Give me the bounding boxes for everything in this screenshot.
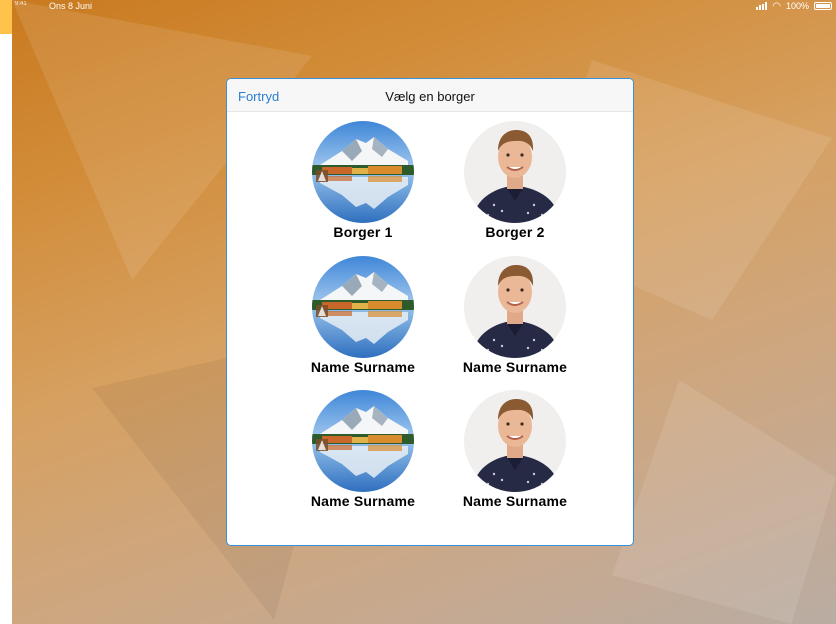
citizen-avatar: [464, 390, 566, 492]
citizen-name: Borger 1: [333, 224, 393, 240]
battery-icon: [814, 2, 832, 10]
citizen-avatar: [312, 390, 414, 492]
dialog-title: Vælg en borger: [385, 89, 475, 104]
corner-marker: [0, 0, 12, 34]
signal-icon: [756, 2, 768, 10]
select-citizen-dialog: Fortryd Vælg en borger Borger 1 Borger 2…: [226, 78, 634, 546]
battery-percent: 100%: [785, 1, 809, 11]
citizen-option[interactable]: Name Surname: [293, 390, 433, 509]
citizen-avatar: [312, 256, 414, 358]
status-indicators: ◠ 100%: [756, 1, 832, 11]
citizen-avatar: [312, 121, 414, 223]
status-time: 9:41: [15, 1, 27, 7]
citizen-option[interactable]: Borger 2: [445, 121, 585, 240]
citizen-avatar: [464, 256, 566, 358]
citizen-name: Borger 2: [485, 224, 545, 240]
status-date: Ons 8 Juni: [49, 1, 93, 11]
citizen-name: Name Surname: [310, 359, 416, 375]
citizen-name: Name Surname: [462, 493, 568, 509]
citizen-name: Name Surname: [462, 359, 568, 375]
citizen-option[interactable]: Name Surname: [293, 256, 433, 375]
wifi-icon: ◠: [772, 0, 781, 12]
citizen-avatar: [464, 121, 566, 223]
citizen-name: Name Surname: [310, 493, 416, 509]
citizen-option[interactable]: Name Surname: [445, 256, 585, 375]
citizen-option[interactable]: Name Surname: [445, 390, 585, 509]
dialog-header: Fortryd Vælg en borger: [227, 79, 633, 112]
status-bar: 9:41 Ons 8 Juni ◠ 100%: [12, 0, 836, 14]
citizen-option[interactable]: Borger 1: [293, 121, 433, 240]
